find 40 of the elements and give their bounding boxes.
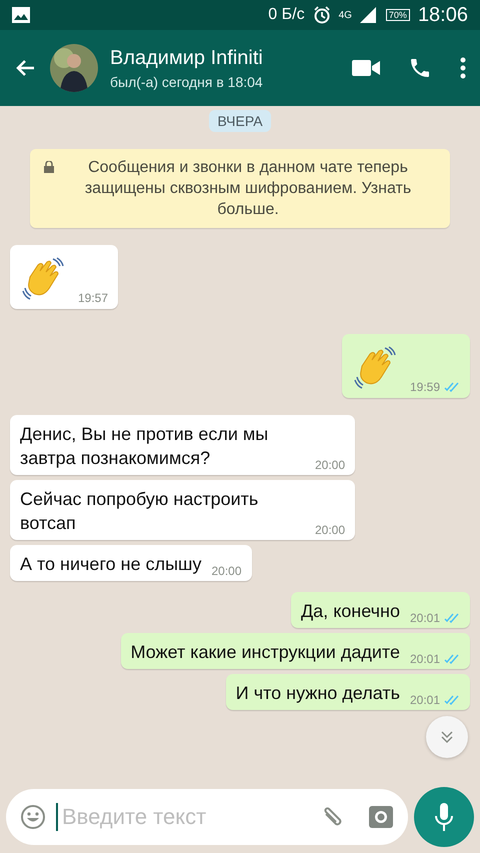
- menu-icon[interactable]: [460, 57, 466, 79]
- notice-text: Сообщения и звонки в данном чате теперь защищены сквозным шифрованием. Узнать больше.: [84, 158, 412, 220]
- last-seen: был(-а) сегодня в 18:04: [110, 74, 264, 90]
- message-time: 20:00: [211, 564, 242, 578]
- battery-level: 70%: [386, 9, 410, 21]
- signal-icon: [360, 7, 378, 23]
- network-type: 4G: [338, 10, 352, 20]
- message-time: 20:01: [410, 693, 440, 707]
- message-time: 20:01: [410, 652, 440, 666]
- double-check-icon: [444, 613, 460, 623]
- message-time: 20:00: [315, 458, 346, 472]
- contact-name: Владимир Infiniti: [110, 46, 264, 70]
- message-time: 19:57: [78, 291, 108, 305]
- gallery-icon: [12, 7, 30, 23]
- message-text: Сейчас попробую настроить вотсап: [20, 488, 260, 535]
- message-text: Может какие инструкции дадите: [130, 641, 400, 664]
- double-check-icon: [444, 654, 460, 664]
- message-text: Денис, Вы не против если мы завтра познакомимся?: [20, 423, 270, 470]
- microphone-icon: [434, 802, 454, 832]
- message-time: 20:01: [410, 611, 440, 625]
- encryption-notice[interactable]: Сообщения и звонки в данном чате теперь защищены сквозным шифрованием. Узнать больше.: [30, 149, 450, 228]
- message-time: 19:59: [410, 380, 440, 394]
- alarm-icon: [312, 6, 331, 24]
- double-chevron-down-icon: [439, 729, 455, 745]
- message-text: И что нужно делать: [236, 682, 400, 705]
- data-speed: 0 Б/с: [268, 6, 305, 24]
- avatar[interactable]: [50, 44, 98, 92]
- double-check-icon: [444, 382, 460, 392]
- camera-icon[interactable]: [368, 804, 394, 830]
- clock: 18:06: [418, 4, 468, 26]
- lock-icon: [44, 161, 54, 173]
- phone-icon[interactable]: [408, 56, 432, 80]
- emoji-icon[interactable]: [20, 804, 46, 830]
- video-camera-icon[interactable]: [352, 59, 380, 77]
- message-composer[interactable]: Введите текст: [6, 789, 408, 845]
- message-time: 20:00: [315, 523, 346, 537]
- message-text: Да, конечно: [300, 600, 400, 623]
- message-text: А то ничего не слышу: [20, 553, 202, 576]
- date-chip: ВЧЕРА: [209, 110, 271, 132]
- double-check-icon: [444, 695, 460, 705]
